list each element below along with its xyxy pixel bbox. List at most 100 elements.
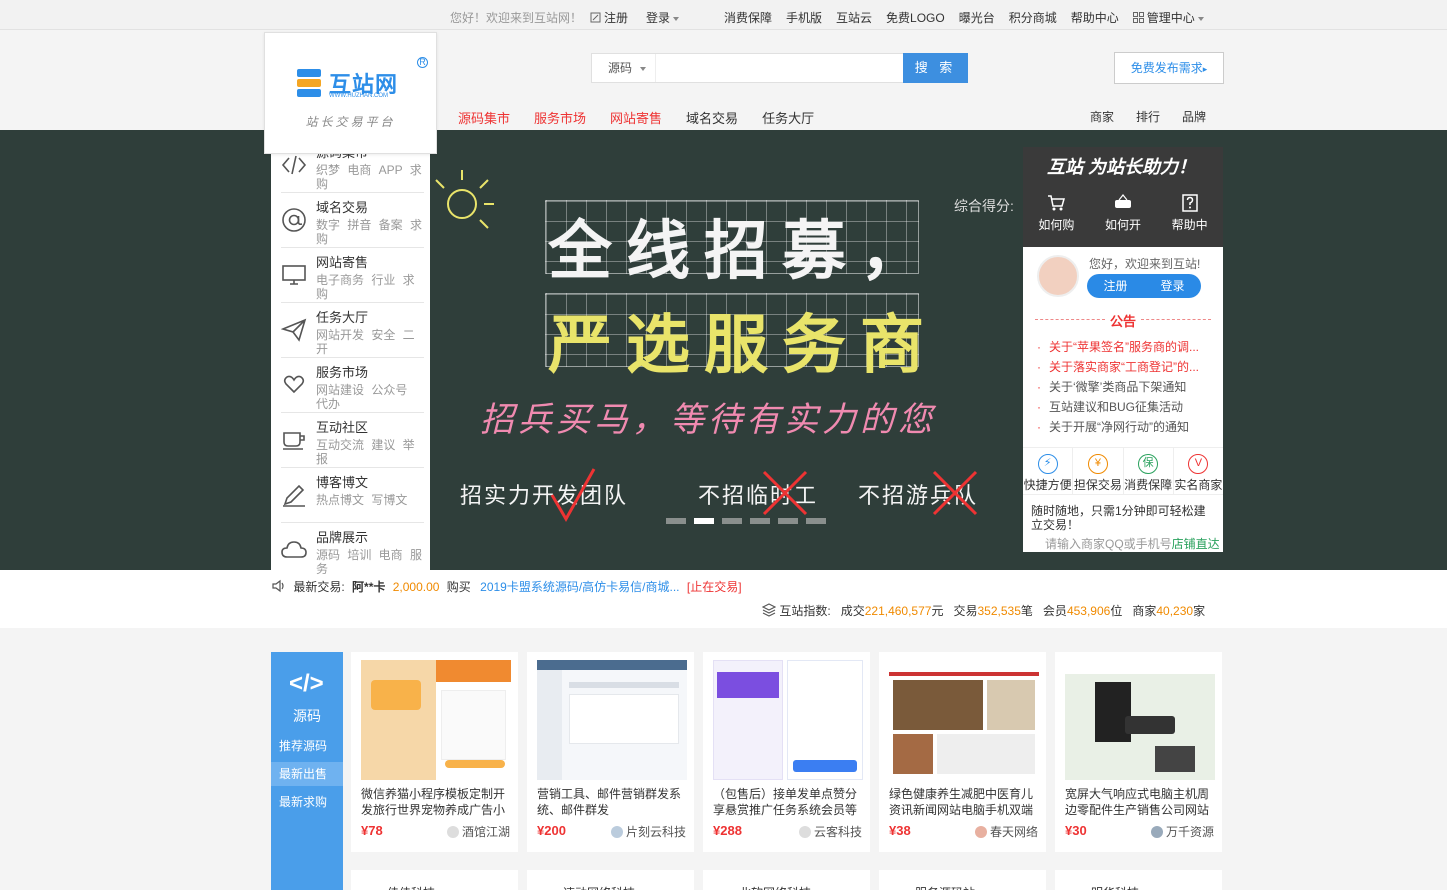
category-tags[interactable]: 热点博文 写博文 <box>316 493 424 507</box>
register-link[interactable]: 注册 <box>590 9 628 26</box>
nav-task-hall[interactable]: 任务大厅 <box>762 108 814 127</box>
category-tags[interactable]: 网站建设 公众号 代办 <box>316 383 424 411</box>
nav-domain-trade[interactable]: 域名交易 <box>686 108 738 127</box>
product-card[interactable]: 微信养猫小程序模板定制开发旅行世界宠物养成广告小 ¥78 酒馆江湖 <box>351 652 518 852</box>
service-verified[interactable]: V 实名商家 <box>1174 448 1223 494</box>
deals-unit: 元 <box>931 604 944 618</box>
how-to-buy-link[interactable]: 如何购 <box>1038 193 1074 233</box>
category-site-consign[interactable]: 网站寄售 电子商务 行业 求购 <box>281 248 424 303</box>
product-card[interactable]: 绿色健康养生减肥中医育儿资讯新闻网站电脑手机双端 ¥38 春天网络 <box>879 652 1046 852</box>
category-task-hall[interactable]: 任务大厅 网站开发 安全 二开 <box>281 303 424 358</box>
shop-name[interactable]: 万千资源 <box>1150 823 1214 840</box>
service-fast[interactable]: ⚡ 快捷方便 <box>1023 448 1074 494</box>
login-dropdown[interactable]: 登录 <box>646 9 680 26</box>
product-thumbnail[interactable] <box>537 660 687 780</box>
notice-item[interactable]: 关于开展“净网行动”的通知 <box>1035 417 1219 437</box>
product-name[interactable]: （包售后）接单发单点赞分享悬赏推广任务系统会员等 <box>713 786 865 818</box>
product-thumbnail[interactable] <box>713 660 863 780</box>
carousel-dot[interactable] <box>722 518 742 524</box>
product-thumbnail[interactable] <box>889 660 1039 780</box>
panel-login-button[interactable]: 登录 <box>1144 274 1201 298</box>
product-thumbnail[interactable] <box>361 660 511 780</box>
nav-source-market[interactable]: 源码集市 <box>458 108 510 127</box>
nav-brands[interactable]: 品牌 <box>1182 108 1206 125</box>
trade-item-link[interactable]: 2019卡盟系统源码/高仿卡易信/商城... <box>480 580 679 594</box>
product-name[interactable]: 营销工具、邮件营销群发系统、邮件群发 <box>537 786 689 818</box>
search-input[interactable] <box>655 54 905 82</box>
cart-icon <box>1048 195 1066 211</box>
top-link-guarantee[interactable]: 消费保障 <box>724 9 772 26</box>
shop-name[interactable]: 酒馆江湖 <box>446 823 510 840</box>
sub-nav: 商家 排行 品牌 <box>1090 108 1206 125</box>
shop-card[interactable]: 北软网络科技 <box>703 870 870 890</box>
shop-label: 万千资源 <box>1165 825 1214 839</box>
category-community[interactable]: 互动社区 互动交流 建议 举报 <box>281 413 424 468</box>
carousel-dot[interactable] <box>666 518 686 524</box>
category-tags[interactable]: 网站开发 安全 二开 <box>316 328 424 356</box>
product-name[interactable]: 宽屏大气响应式电脑主机周边零配件生产销售公司网站 <box>1065 786 1217 818</box>
top-link-logo[interactable]: 免费LOGO <box>886 9 945 26</box>
nav-service-market[interactable]: 服务市场 <box>534 108 586 127</box>
category-service-market[interactable]: 服务市场 网站建设 公众号 代办 <box>281 358 424 413</box>
top-link-exposure[interactable]: 曝光台 <box>959 9 995 26</box>
product-name[interactable]: 绿色健康养生减肥中医育儿资讯新闻网站电脑手机双端 <box>889 786 1041 818</box>
service-guarantee[interactable]: 保消费保障 <box>1124 448 1174 494</box>
carousel-dot[interactable] <box>806 518 826 524</box>
product-name[interactable]: 微信养猫小程序模板定制开发旅行世界宠物养成广告小 <box>361 786 513 818</box>
publish-demand-button[interactable]: 免费发布需求▸ <box>1114 52 1224 84</box>
help-center-link[interactable]: 帮助中 <box>1172 193 1208 233</box>
top-link-manage[interactable]: 管理中心 <box>1132 9 1204 26</box>
shop-label: 云客科技 <box>813 825 862 839</box>
category-domain-trade[interactable]: 域名交易 数字 拼音 备案 求购 <box>281 193 424 248</box>
nav-ranking[interactable]: 排行 <box>1136 108 1160 125</box>
panel-register-button[interactable]: 注册 <box>1087 274 1144 298</box>
carousel-dot-active[interactable] <box>694 518 714 524</box>
search-button[interactable]: 搜 索 <box>903 53 968 83</box>
product-card[interactable]: 宽屏大气响应式电脑主机周边零配件生产销售公司网站 ¥30 万千资源 <box>1055 652 1222 852</box>
shop-direct-link[interactable]: 店铺直达 <box>1172 537 1220 551</box>
category-tags[interactable]: 源码 培训 电商 服务 <box>316 548 424 576</box>
registered-mark: R <box>417 57 428 68</box>
product-card[interactable]: 营销工具、邮件营销群发系统、邮件群发 ¥200 片刻云科技 <box>527 652 694 852</box>
latest-wanted-link[interactable]: 最新求购 <box>271 790 343 814</box>
carousel-dot[interactable] <box>750 518 770 524</box>
shop-card[interactable]: 佳佳科技 <box>351 870 518 890</box>
category-blog[interactable]: 博客博文 热点博文 写博文 <box>281 468 424 523</box>
service-escrow[interactable]: ¥ 担保交易 <box>1073 448 1124 494</box>
how-to-buy-label: 如何购 <box>1038 218 1075 232</box>
top-link-help[interactable]: 帮助中心 <box>1071 9 1119 26</box>
chevron-down-icon <box>673 16 680 21</box>
top-link-points[interactable]: 积分商城 <box>1009 9 1057 26</box>
product-thumbnail[interactable] <box>1065 660 1215 780</box>
how-to-open-link[interactable]: 如何开 <box>1105 193 1141 233</box>
category-tags[interactable]: 互动交流 建议 举报 <box>316 438 424 466</box>
category-tags[interactable]: 织梦 电商 APP 求购 <box>316 163 424 191</box>
shop-name[interactable]: 片刻云科技 <box>610 823 686 840</box>
shop-name[interactable]: 云客科技 <box>798 823 862 840</box>
category-brands[interactable]: 品牌展示 源码 培训 电商 服务 <box>281 523 424 578</box>
logo[interactable]: 互站网 WWW.HUZHAN.COM R 站长交易平台 <box>264 32 437 154</box>
search-type-select[interactable]: 源码 <box>592 54 655 82</box>
carousel-dot[interactable] <box>778 518 798 524</box>
notice-item[interactable]: 关于落实商家“工商登记”的... <box>1035 357 1219 377</box>
notice-item[interactable]: 关于“苹果签名”服务商的调... <box>1035 337 1219 357</box>
category-tags[interactable]: 数字 拼音 备案 求购 <box>316 218 424 246</box>
top-link-cloud[interactable]: 互站云 <box>836 9 872 26</box>
shop-name[interactable]: 春天网络 <box>974 823 1038 840</box>
nav-site-consign[interactable]: 网站寄售 <box>610 108 662 127</box>
shop-search-hint[interactable]: 请输入商家QQ或手机号 <box>1045 537 1172 551</box>
notice-item[interactable]: 关于‘微擎’类商品下架通知 <box>1035 377 1219 397</box>
shop-card[interactable]: 明华科技 <box>1055 870 1222 890</box>
hero-banner[interactable]: 全线招募， 严选服务商 招兵买马，等待有实力的您 招实力开发团队 不招临时工 不… <box>0 130 1447 570</box>
top-link-mobile[interactable]: 手机版 <box>786 9 822 26</box>
product-card[interactable]: （包售后）接单发单点赞分享悬赏推广任务系统会员等 ¥288 云客科技 <box>703 652 870 852</box>
shop-card[interactable]: 服务源码站 <box>879 870 1046 890</box>
shop-card[interactable]: 速动网络科技 <box>527 870 694 890</box>
panel-hello: 您好，欢迎来到互站! <box>1089 257 1201 271</box>
logo-slogan: 站长交易平台 <box>305 115 396 129</box>
latest-sale-link[interactable]: 最新出售 <box>271 762 343 786</box>
recommended-source-link[interactable]: 推荐源码 <box>271 734 343 758</box>
category-tags[interactable]: 电子商务 行业 求购 <box>316 273 424 301</box>
nav-merchants[interactable]: 商家 <box>1090 108 1114 125</box>
notice-item[interactable]: 互站建议和BUG征集活动 <box>1035 397 1219 417</box>
